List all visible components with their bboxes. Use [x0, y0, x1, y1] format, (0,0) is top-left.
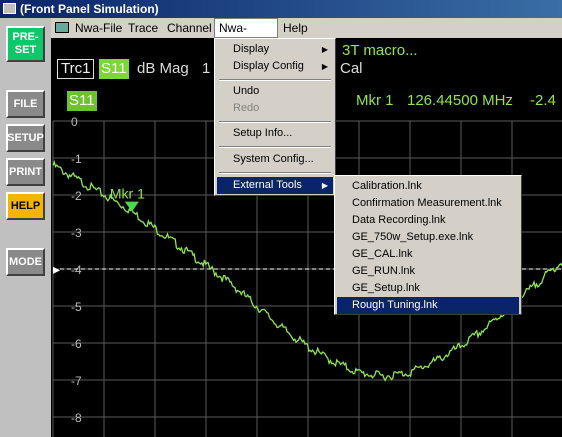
menu-separator	[219, 172, 331, 174]
menu-item-confirmation-measurement[interactable]: Confirmation Measurement.lnk	[337, 195, 519, 212]
menu-item-ge-run[interactable]: GE_RUN.lnk	[337, 263, 519, 280]
menu-nwa-setup[interactable]: Nwa-Setup	[214, 18, 278, 53]
y-tick-label: 0	[71, 115, 78, 129]
submenu-arrow-icon: ▶	[321, 181, 328, 190]
y-tick-label: -4	[71, 263, 82, 277]
y-tick-label: -6	[71, 337, 82, 351]
help-label: HELP	[10, 199, 41, 212]
menu-item-display-config-label: Display Config	[233, 60, 304, 72]
menu-separator	[219, 79, 331, 81]
menu-item-system-config-label: System Config...	[233, 153, 314, 165]
marker-label: Mkr 1	[110, 186, 145, 202]
menu-item-setup-info[interactable]: Setup Info...	[217, 125, 333, 142]
menu-item-display[interactable]: Display ▶	[217, 41, 333, 58]
y-tick-label: -7	[71, 374, 82, 388]
menu-separator	[219, 121, 331, 123]
menu-item-display-label: Display	[233, 43, 270, 55]
menu-item-system-config[interactable]: System Config...	[217, 151, 333, 168]
menu-item-rough-tuning[interactable]: Rough Tuning.lnk	[337, 297, 519, 314]
print-button[interactable]: PRINT	[6, 158, 45, 186]
window-title: (Front Panel Simulation)	[20, 2, 159, 16]
setup-label: SETUP	[7, 131, 44, 144]
menu-item-undo[interactable]: Undo	[217, 83, 333, 100]
menu-help[interactable]: Help	[283, 18, 308, 38]
menu-item-ge-cal[interactable]: GE_CAL.lnk	[337, 246, 519, 263]
menu-item-display-config[interactable]: Display Config ▶	[217, 58, 333, 75]
preset-label: PRE- SET	[12, 31, 39, 56]
external-tools-menu: Calibration.lnk Confirmation Measurement…	[334, 175, 522, 315]
menu-item-redo-label: Redo	[233, 102, 260, 114]
marker-triangle-icon	[124, 201, 139, 212]
mode-button[interactable]: MODE	[6, 248, 45, 276]
y-tick-label: -5	[71, 300, 82, 314]
nwa-setup-menu: Display ▶ Display Config ▶ Undo Redo Set…	[214, 38, 336, 196]
setup-button[interactable]: SETUP	[6, 124, 45, 152]
y-tick-label: -8	[71, 411, 82, 425]
side-button-panel: PRE- SET FILE SETUP PRINT HELP MODE	[0, 18, 51, 437]
menu-item-setup-info-label: Setup Info...	[233, 127, 293, 139]
mode-label: MODE	[9, 255, 42, 268]
menu-item-redo: Redo	[217, 100, 333, 117]
menu-item-calibration[interactable]: Calibration.lnk	[337, 178, 519, 195]
menu-item-ge-750w-setup[interactable]: GE_750w_Setup.exe.lnk	[337, 229, 519, 246]
preset-button[interactable]: PRE- SET	[6, 26, 45, 62]
submenu-arrow-icon: ▶	[321, 45, 328, 54]
menu-item-external-tools[interactable]: External Tools ▶	[217, 177, 333, 194]
menu-nwa-file[interactable]: Nwa-File	[75, 18, 122, 38]
help-button[interactable]: HELP	[6, 192, 45, 220]
window-control-icon[interactable]	[55, 22, 69, 33]
menu-channel[interactable]: Channel	[167, 18, 212, 38]
y-tick-label: -3	[71, 226, 82, 240]
file-label: FILE	[13, 97, 38, 110]
print-label: PRINT	[9, 165, 42, 178]
y-tick-label: -2	[71, 189, 82, 203]
menu-bar: Nwa-File Trace Channel Nwa-Setup Help	[51, 18, 562, 53]
menu-item-external-tools-label: External Tools	[233, 179, 302, 191]
menu-item-data-recording[interactable]: Data Recording.lnk	[337, 212, 519, 229]
menu-item-ge-setup[interactable]: GE_Setup.lnk	[337, 280, 519, 297]
menu-item-undo-label: Undo	[233, 85, 260, 97]
file-button[interactable]: FILE	[6, 90, 45, 118]
menu-separator	[219, 146, 331, 148]
reference-marker-icon: ▸	[53, 261, 60, 277]
submenu-arrow-icon: ▶	[321, 62, 328, 71]
app-icon	[3, 3, 16, 14]
window-title-bar[interactable]: (Front Panel Simulation)	[0, 0, 562, 18]
menu-trace[interactable]: Trace	[128, 18, 158, 38]
y-tick-label: -1	[71, 152, 82, 166]
